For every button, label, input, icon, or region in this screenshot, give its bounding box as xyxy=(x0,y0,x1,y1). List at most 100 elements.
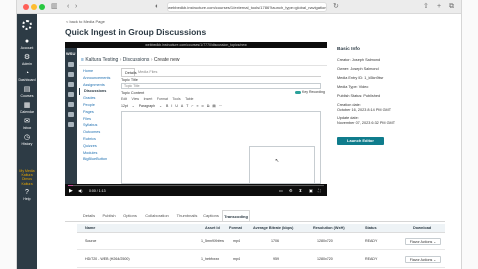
format-tool-icon: ≡ xyxy=(196,104,199,108)
fullscreen-icon[interactable]: ⛶ xyxy=(318,188,321,194)
editor-menu-item: Edit xyxy=(121,97,128,101)
nav-dashboard[interactable]: ◔ Dashboard xyxy=(17,70,37,82)
format-tool-icon: ▤ xyxy=(212,104,216,108)
table-header: Name Asset Id Format Average Bitrate (kb… xyxy=(77,224,445,233)
divider xyxy=(79,65,327,66)
recorded-course-nav: Home Announcements Assignments Discussions G… xyxy=(79,68,117,184)
format-tool-icon: ⧉ xyxy=(206,104,210,108)
minimize-window-button[interactable] xyxy=(31,4,37,10)
mouse-cursor-icon: ↖ xyxy=(275,158,280,164)
volume-icon[interactable]: ◀) xyxy=(78,188,82,194)
topic-title-input: Topic Title xyxy=(121,83,321,89)
toggle-icon xyxy=(295,90,301,94)
global-navigation: ● Account ⚙ Admin ◔ Dashboard ▤ Courses … xyxy=(17,14,37,269)
formatting-tools: B I U A T ⌐ ≡ ∞ ⧉ ▤ ⋯ xyxy=(166,104,225,108)
recorded-course-nav-item: Discussions xyxy=(79,88,117,96)
recorded-course-nav-item: BigBlueButton xyxy=(83,157,108,162)
table-row: Source 1_5mn9Xhfew mp4 1706 1280x720 REA… xyxy=(77,233,445,250)
close-window-button[interactable] xyxy=(23,4,29,10)
recorded-nav-icon xyxy=(68,82,74,87)
recorded-tab-media-files: Media Files xyxy=(138,70,158,74)
captions-icon[interactable]: ▭ xyxy=(279,188,283,194)
new-tab-icon[interactable]: + xyxy=(437,2,441,12)
editor-menu-item: Insert xyxy=(143,97,153,101)
divider xyxy=(65,221,445,222)
help-icon: ? xyxy=(25,189,29,196)
address-bar[interactable]: webbedkb.instructure.com/courses/1/exter… xyxy=(167,2,327,12)
recorded-course-nav-item: Outcomes xyxy=(83,130,101,135)
video-player[interactable]: webbedkb.instructure.com/courses/1/7770/… xyxy=(65,42,327,196)
flavor-actions-button[interactable]: Flavor Actions ⌄ xyxy=(405,256,441,263)
nav-calendar[interactable]: ▦ Calendar xyxy=(17,102,37,114)
play-icon[interactable]: ▶ xyxy=(69,188,73,194)
nav-history[interactable]: ◷ History xyxy=(17,134,37,146)
recorded-nav-icon xyxy=(68,122,74,127)
info-media-type: Media Type: Video xyxy=(337,85,369,89)
chevron-down-icon: ⌄ xyxy=(159,104,162,108)
back-to-media-link[interactable]: < back to Media Page xyxy=(66,19,105,24)
recorded-course-nav-item: Assignments xyxy=(83,82,105,87)
table-row: HD/720 - WEB (H264/2500) 1_hebfxxxx mp4 … xyxy=(77,251,445,268)
forward-icon[interactable]: › xyxy=(75,2,77,12)
nav-admin[interactable]: ⚙ Admin xyxy=(17,54,37,66)
col-bitrate: Average Bitrate (kbps) xyxy=(253,226,294,230)
player-controls: ▶ ◀) 0:00 / 1:13 ▭ ⚙ ⧗ ▣ ⛶ xyxy=(65,184,327,196)
calendar-icon: ▦ xyxy=(23,102,31,109)
canvas-logo[interactable] xyxy=(17,20,37,30)
reload-icon[interactable]: ↻ xyxy=(333,2,339,12)
recorded-dialog xyxy=(249,146,315,184)
recorded-tabs: Details Media Files xyxy=(121,68,207,76)
seek-bar[interactable] xyxy=(68,185,324,186)
editor-menu-item: Tools xyxy=(172,97,181,101)
recorded-global-nav: WSU xyxy=(65,48,77,184)
col-status: Status xyxy=(365,226,377,230)
recorded-course-nav-item: Home xyxy=(83,69,94,73)
video-frame: WSU ≡ Kaltura Testing › Discussions › Cr xyxy=(65,48,327,184)
col-resolution: Resolution (WxH) xyxy=(313,226,345,230)
divider xyxy=(121,76,321,77)
editor-toolbar: 12pt ⌄ Paragraph ⌄ B I U A T ⌐ ≡ ∞ ⧉ ▤ ⋯ xyxy=(121,103,321,110)
tabs-icon[interactable]: ⧉ xyxy=(449,2,454,12)
browser-titlebar: ▥ ‹ › ◐ webbedkb.instructure.com/courses… xyxy=(17,0,461,14)
sidebar-icon[interactable]: ▥ xyxy=(51,2,58,12)
basic-info-panel: Basic Info Creator: Joseph Salmond Owner… xyxy=(337,47,445,145)
nav-courses[interactable]: ▤ Courses xyxy=(17,86,37,98)
flavor-actions-button[interactable]: Flavor Actions ⌄ xyxy=(405,238,441,245)
chevron-down-icon: ⌄ xyxy=(131,104,135,108)
launch-editor-button[interactable]: Launch Editor xyxy=(337,137,384,145)
player-time: 0:00 / 1:13 xyxy=(89,189,106,193)
shield-icon[interactable]: ◐ xyxy=(155,2,159,12)
nav-my-media[interactable]: My Media Kaltura Dimos Kaltura xyxy=(18,169,36,186)
recorded-course-nav-item: People xyxy=(83,102,95,107)
recorded-course-nav-item: Files xyxy=(83,116,92,121)
nav-help[interactable]: ? Help xyxy=(17,189,37,201)
info-publish-status: Publish Status: Published xyxy=(337,94,381,98)
seek-bar-progress xyxy=(68,185,74,186)
speed-icon[interactable]: ⧗ xyxy=(299,188,302,194)
zoom-window-button[interactable] xyxy=(39,4,45,10)
editor-menu-item: View xyxy=(131,97,140,101)
inbox-icon: ✉ xyxy=(24,118,30,125)
format-tool-icon: U xyxy=(175,104,178,108)
format-tool-icon: ⌐ xyxy=(191,104,194,108)
recorded-course-nav-item: Modules xyxy=(83,150,98,155)
format-tool-icon: I xyxy=(171,104,173,108)
pip-icon[interactable]: ▣ xyxy=(309,188,313,194)
recorded-nav-icon xyxy=(68,92,74,97)
recorded-course-nav-item: Syllabus xyxy=(83,123,98,128)
recorded-nav-icon xyxy=(68,62,74,67)
share-icon[interactable]: ⇧ xyxy=(423,2,429,12)
format-tool-icon: A xyxy=(180,104,184,108)
nav-account[interactable]: ● Account xyxy=(17,38,37,50)
settings-icon[interactable]: ⚙ xyxy=(289,188,293,194)
basic-info-title: Basic Info xyxy=(337,47,360,52)
recorded-logo: WSU xyxy=(66,51,76,56)
recorded-course-nav-item: Announcements xyxy=(83,75,111,80)
editor-menu-item: Table xyxy=(185,97,194,101)
nav-inbox[interactable]: ✉ Inbox xyxy=(17,118,37,130)
format-tool-icon: ∞ xyxy=(201,104,204,108)
recorded-course-nav-item: Rubrics xyxy=(83,136,96,141)
back-icon[interactable]: ‹ xyxy=(67,2,69,12)
recorded-nav-icon xyxy=(68,112,74,117)
format-tool-icon: ⋯ xyxy=(218,104,223,108)
